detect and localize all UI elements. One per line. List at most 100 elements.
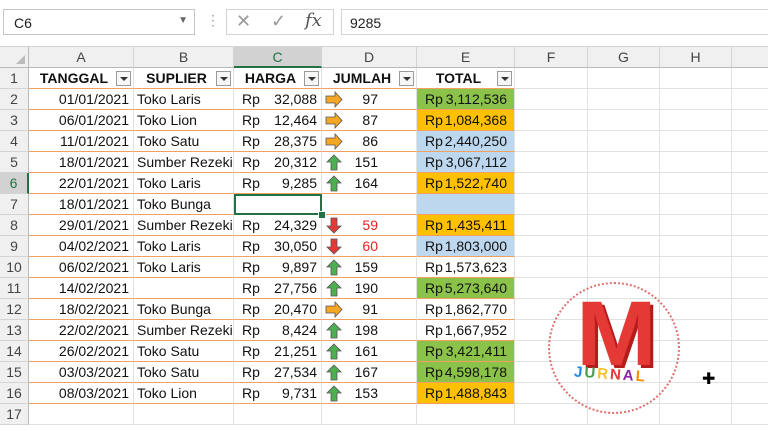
column-header-e[interactable]: E [417, 47, 515, 68]
cell[interactable] [732, 278, 768, 299]
cell[interactable] [417, 404, 515, 425]
cell[interactable] [660, 383, 732, 404]
cell[interactable] [588, 194, 660, 215]
suplier-cell[interactable]: Toko Bunga [134, 194, 234, 215]
filter-dropdown-icon[interactable] [497, 71, 512, 86]
cell[interactable] [515, 89, 588, 110]
cell[interactable] [515, 173, 588, 194]
column-header-f[interactable]: F [515, 47, 588, 68]
suplier-cell[interactable]: Toko Lion [134, 383, 234, 404]
jumlah-cell[interactable] [322, 194, 417, 215]
tanggal-cell[interactable]: 18/01/2021 [29, 194, 134, 215]
select-all-button[interactable] [0, 47, 29, 68]
harga-cell[interactable]: Rp 9,897 [234, 257, 322, 278]
cell[interactable] [660, 236, 732, 257]
total-cell[interactable]: Rp 1,435,411 [417, 215, 515, 236]
cell[interactable] [134, 404, 234, 425]
cell[interactable] [515, 404, 588, 425]
filter-dropdown-icon[interactable] [399, 71, 414, 86]
row-header-2[interactable]: 2 [0, 89, 29, 110]
filter-dropdown-icon[interactable] [216, 71, 231, 86]
cell[interactable] [234, 404, 322, 425]
harga-cell[interactable]: Rp 24,329 [234, 215, 322, 236]
cell[interactable] [322, 404, 417, 425]
total-cell[interactable]: Rp 1,862,770 [417, 299, 515, 320]
cell[interactable] [732, 341, 768, 362]
jumlah-cell[interactable]: 59 [322, 215, 417, 236]
cell[interactable] [660, 131, 732, 152]
row-header-1[interactable]: 1 [0, 68, 29, 89]
cell[interactable] [515, 236, 588, 257]
cell[interactable] [732, 362, 768, 383]
harga-cell[interactable]: Rp 27,534 [234, 362, 322, 383]
cell[interactable] [588, 215, 660, 236]
cell[interactable] [732, 152, 768, 173]
row-header-10[interactable]: 10 [0, 257, 29, 278]
jumlah-cell[interactable]: 60 [322, 236, 417, 257]
cell[interactable] [515, 215, 588, 236]
cell[interactable] [732, 257, 768, 278]
tanggal-cell[interactable]: 03/03/2021 [29, 362, 134, 383]
jumlah-cell[interactable]: 161 [322, 341, 417, 362]
harga-cell[interactable]: Rp 27,756 [234, 278, 322, 299]
tanggal-cell[interactable]: 06/02/2021 [29, 257, 134, 278]
tanggal-cell[interactable]: 14/02/2021 [29, 278, 134, 299]
total-cell[interactable]: Rp 1,573,623 [417, 257, 515, 278]
jumlah-cell[interactable]: 91 [322, 299, 417, 320]
row-header-11[interactable]: 11 [0, 278, 29, 299]
cell[interactable] [732, 404, 768, 425]
harga-cell[interactable]: Rp 32,088 [234, 89, 322, 110]
column-header-a[interactable]: A [29, 47, 134, 68]
formula-input[interactable]: 9285 [341, 9, 768, 35]
cell[interactable] [732, 110, 768, 131]
cell[interactable] [732, 68, 768, 89]
cell[interactable] [588, 131, 660, 152]
fill-handle[interactable] [318, 211, 326, 219]
cell[interactable] [515, 257, 588, 278]
suplier-cell[interactable]: Toko Satu [134, 341, 234, 362]
column-header-i[interactable] [732, 47, 768, 68]
cell[interactable] [732, 173, 768, 194]
cell[interactable] [732, 236, 768, 257]
name-box[interactable]: C6 ▼ [3, 9, 195, 35]
row-header-6[interactable]: 6 [0, 173, 29, 194]
total-cell[interactable]: Rp 1,084,368 [417, 110, 515, 131]
row-header-8[interactable]: 8 [0, 215, 29, 236]
total-cell[interactable]: Rp 1,667,952 [417, 320, 515, 341]
cell[interactable] [660, 257, 732, 278]
cell[interactable] [588, 173, 660, 194]
row-header-7[interactable]: 7 [0, 194, 29, 215]
tanggal-cell[interactable]: 06/01/2021 [29, 110, 134, 131]
harga-cell[interactable]: Rp 8,424 [234, 320, 322, 341]
cell[interactable] [660, 173, 732, 194]
harga-cell[interactable]: Rp 30,050 [234, 236, 322, 257]
jumlah-cell[interactable]: 198 [322, 320, 417, 341]
suplier-cell[interactable]: Toko Lion [134, 110, 234, 131]
tanggal-cell[interactable]: 08/03/2021 [29, 383, 134, 404]
harga-cell[interactable]: Rp 20,312 [234, 152, 322, 173]
cell[interactable] [732, 299, 768, 320]
row-header-16[interactable]: 16 [0, 383, 29, 404]
tanggal-cell[interactable]: 01/01/2021 [29, 89, 134, 110]
total-cell[interactable]: Rp 1,803,000 [417, 236, 515, 257]
insert-function-icon[interactable]: fx [305, 10, 322, 31]
total-cell[interactable]: Rp 4,598,178 [417, 362, 515, 383]
cell[interactable] [660, 89, 732, 110]
column-header-c[interactable]: C [234, 47, 322, 68]
jumlah-cell[interactable]: 190 [322, 278, 417, 299]
column-header-d[interactable]: D [322, 47, 417, 68]
cell[interactable] [588, 236, 660, 257]
chevron-down-icon[interactable]: ▼ [178, 15, 188, 26]
total-cell[interactable]: Rp 1,488,843 [417, 383, 515, 404]
suplier-cell[interactable]: Toko Satu [134, 362, 234, 383]
cell[interactable] [515, 110, 588, 131]
harga-cell[interactable]: Rp 9,285 [234, 173, 322, 194]
suplier-cell[interactable] [134, 278, 234, 299]
cell[interactable] [660, 215, 732, 236]
harga-cell[interactable]: Rp 20,470 [234, 299, 322, 320]
cell[interactable] [732, 383, 768, 404]
tanggal-cell[interactable]: 11/01/2021 [29, 131, 134, 152]
cell[interactable] [588, 68, 660, 89]
harga-cell[interactable]: Rp 21,251 [234, 341, 322, 362]
jumlah-cell[interactable]: 167 [322, 362, 417, 383]
